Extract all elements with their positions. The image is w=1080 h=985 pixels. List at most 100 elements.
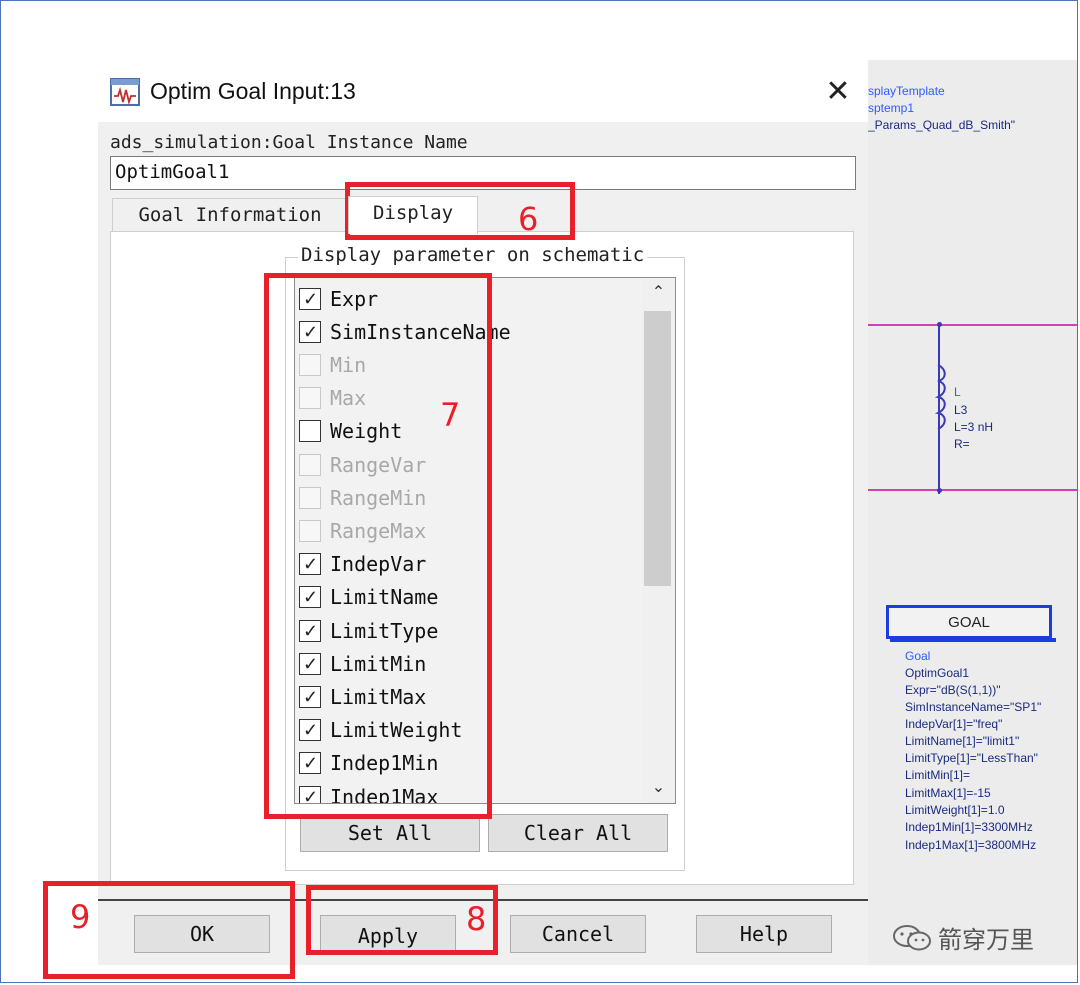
check-icon: ✓ xyxy=(303,786,319,804)
param-checkbox xyxy=(299,519,321,542)
param-item-weight[interactable]: Weight xyxy=(295,415,645,448)
goal-line: Goal xyxy=(905,649,931,663)
scroll-down-icon[interactable]: ⌄ xyxy=(642,773,675,803)
param-item-limitmin[interactable]: ✓ LimitMin xyxy=(295,647,645,680)
cancel-button[interactable]: Cancel xyxy=(510,915,646,953)
param-checkbox xyxy=(299,486,321,509)
param-checkbox[interactable] xyxy=(299,420,321,443)
check-icon: ✓ xyxy=(303,720,319,741)
goal-line: LimitMin[1]= xyxy=(905,768,971,782)
param-checkbox[interactable]: ✓ xyxy=(299,752,321,775)
param-checkbox[interactable]: ✓ xyxy=(299,287,321,310)
schematic-canvas: splayTemplate sptemp1 _Params_Quad_dB_Sm… xyxy=(868,60,1078,965)
param-label: Indep1Max xyxy=(330,784,439,804)
instance-name-input[interactable]: OptimGoal1 xyxy=(110,156,856,190)
set-all-button[interactable]: Set All xyxy=(300,814,480,852)
param-checkbox[interactable]: ✓ xyxy=(299,586,321,609)
annotation-number-6: 6 xyxy=(518,200,539,238)
param-checkbox xyxy=(299,353,321,376)
title-bar[interactable]: Optim Goal Input:13 ✕ xyxy=(98,60,868,122)
list-scrollbar[interactable]: ⌃ ⌄ xyxy=(642,278,675,803)
param-checkbox[interactable]: ✓ xyxy=(299,719,321,742)
param-item-indep1max[interactable]: ✓ Indep1Max xyxy=(295,780,645,804)
check-icon: ✓ xyxy=(303,587,319,608)
param-item-expr[interactable]: ✓ Expr xyxy=(295,282,645,315)
goal-line: IndepVar[1]="freq" xyxy=(905,717,1003,731)
annotation-number-7: 7 xyxy=(440,396,461,434)
annotation-number-9: 9 xyxy=(70,898,91,936)
param-checkbox[interactable]: ✓ xyxy=(299,652,321,675)
goal-line: SimInstanceName="SP1" xyxy=(905,700,1042,714)
check-icon: ✓ xyxy=(303,686,319,707)
param-label: LimitMin xyxy=(330,651,427,676)
param-label: LimitName xyxy=(330,585,439,610)
param-checkbox[interactable]: ✓ xyxy=(299,685,321,708)
param-checkbox xyxy=(299,387,321,410)
goal-line: LimitMax[1]=-15 xyxy=(905,786,991,800)
param-label: RangeMin xyxy=(330,485,427,510)
wechat-icon xyxy=(893,924,931,950)
param-item-indep1min[interactable]: ✓ Indep1Min xyxy=(295,747,645,780)
param-checkbox xyxy=(299,453,321,476)
param-item-limitmax[interactable]: ✓ LimitMax xyxy=(295,680,645,713)
param-item-limitweight[interactable]: ✓ LimitWeight xyxy=(295,714,645,747)
annotation-number-8: 8 xyxy=(466,900,487,938)
check-icon: ✓ xyxy=(303,620,319,641)
param-label: SimInstanceName xyxy=(330,319,511,344)
inductor-name: L3 xyxy=(954,403,968,417)
junction-top xyxy=(937,322,942,327)
dialog-body: ads_simulation:Goal Instance Name OptimG… xyxy=(98,122,868,965)
goal-line: LimitName[1]="limit1" xyxy=(905,734,1020,748)
param-label: Weight xyxy=(330,419,403,444)
goal-component-box[interactable]: GOAL xyxy=(886,605,1052,639)
param-checkbox[interactable]: ✓ xyxy=(299,619,321,642)
watermark-text: 箭穿万里 xyxy=(938,927,1034,954)
bottom-wire xyxy=(868,489,1078,491)
junction-bottom xyxy=(937,488,942,493)
param-checkbox[interactable]: ✓ xyxy=(299,320,321,343)
param-label: LimitWeight xyxy=(330,718,463,743)
display-parameter-list[interactable]: ✓ Indep1Max ✓ Indep1Min ✓ LimitWeight ✓ LimitMa… xyxy=(294,277,676,804)
param-label: IndepVar xyxy=(330,552,427,577)
goal-line: Expr="dB(S(1,1))" xyxy=(905,683,1001,697)
check-icon: ✓ xyxy=(303,653,319,674)
param-item-siminstancename[interactable]: ✓ SimInstanceName xyxy=(295,315,645,348)
instance-name-label: ads_simulation:Goal Instance Name xyxy=(110,132,468,153)
param-label: LimitMax xyxy=(330,684,427,709)
param-item-limittype[interactable]: ✓ LimitType xyxy=(295,614,645,647)
apply-button[interactable]: Apply xyxy=(320,915,456,953)
param-label: RangeMax xyxy=(330,518,427,543)
param-item-rangemin: RangeMin xyxy=(295,481,645,514)
goal-line: Indep1Max[1]=3800MHz xyxy=(905,838,1037,852)
param-item-rangevar: RangeVar xyxy=(295,448,645,481)
tab-goal-information[interactable]: Goal Information xyxy=(112,198,348,232)
help-button[interactable]: Help xyxy=(696,915,832,953)
inductor-value: L=3 nH xyxy=(954,420,994,434)
param-item-min: Min xyxy=(295,348,645,381)
param-item-limitname[interactable]: ✓ LimitName xyxy=(295,581,645,614)
tab-display[interactable]: Display xyxy=(348,196,478,234)
scroll-up-icon[interactable]: ⌃ xyxy=(642,278,675,308)
param-checkbox[interactable]: ✓ xyxy=(299,785,321,804)
param-label: Expr xyxy=(330,286,379,311)
param-item-indepvar[interactable]: ✓ IndepVar xyxy=(295,548,645,581)
goal-line: LimitType[1]="LessThan" xyxy=(905,751,1038,765)
scroll-thumb[interactable] xyxy=(644,311,671,586)
param-label: Max xyxy=(330,386,367,411)
goal-line: OptimGoal1 xyxy=(905,666,970,680)
param-checkbox[interactable]: ✓ xyxy=(299,553,321,576)
inductor-resistance: R= xyxy=(954,437,970,451)
close-icon[interactable]: ✕ xyxy=(822,76,854,108)
top-wire xyxy=(868,324,1078,326)
check-icon: ✓ xyxy=(303,753,319,774)
check-icon: ✓ xyxy=(303,288,319,309)
inductor-coil-icon xyxy=(934,365,946,430)
ok-button[interactable]: OK xyxy=(134,915,270,953)
clear-all-button[interactable]: Clear All xyxy=(488,814,668,852)
optim-goal-dialog: Optim Goal Input:13 ✕ ads_simulation:Goa… xyxy=(98,60,868,965)
template-line-3: _Params_Quad_dB_Smith" xyxy=(868,118,1016,132)
param-label: RangeVar xyxy=(330,452,427,477)
display-tab-panel: Display parameter on schematic ✓ Indep1Ma… xyxy=(110,231,854,885)
param-label: Indep1Min xyxy=(330,751,439,776)
goal-line: LimitWeight[1]=1.0 xyxy=(905,803,1005,817)
